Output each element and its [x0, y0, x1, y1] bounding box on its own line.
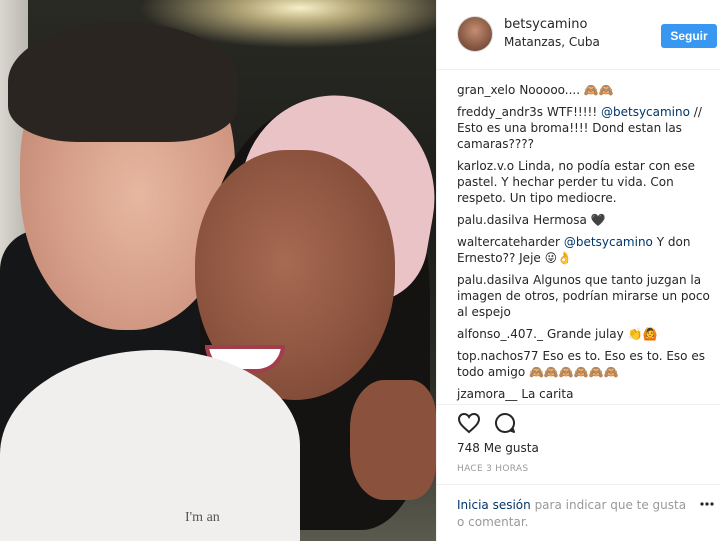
login-link[interactable]: Inicia sesión: [457, 498, 531, 512]
post-sidebar: betsycamino Matanzas, Cuba Seguir gran_x…: [436, 0, 720, 541]
comment-text: Nooooo....: [519, 83, 581, 97]
comment: palu.dasilva Algunos que tanto juzgan la …: [457, 272, 719, 320]
comment-emoji: 🙈🙈🙈🙈🙈🙈: [528, 365, 619, 379]
post-header: betsycamino Matanzas, Cuba Seguir: [437, 0, 720, 70]
comment-bubble-icon[interactable]: [493, 411, 517, 435]
comment-user[interactable]: jzamora__: [457, 387, 517, 401]
comment-user[interactable]: palu.dasilva: [457, 273, 529, 287]
heart-icon[interactable]: [457, 412, 481, 434]
comment-text: La carita: [521, 387, 574, 401]
comment: karloz.v.o Linda, no podía estar con ese …: [457, 158, 719, 206]
ellipsis-icon[interactable]: [699, 501, 715, 507]
post-footer: Inicia sesión para indicar que te gusta …: [437, 484, 720, 541]
shirt-text: I'm an: [185, 510, 220, 525]
avatar[interactable]: [457, 16, 493, 52]
comments-list: gran_xelo Nooooo.... 🙈🙈 freddy_andr3s WTF!…: [457, 82, 719, 408]
comment: jzamora__ La carita: [457, 386, 719, 402]
follow-button[interactable]: Seguir: [661, 24, 717, 48]
comment-text: WTF!!!!!: [547, 105, 601, 119]
comment-emoji: 🙈🙈: [583, 83, 614, 97]
username-link[interactable]: betsycamino: [504, 17, 587, 32]
comment-user[interactable]: alfonso_.407._: [457, 327, 543, 341]
comment: alfonso_.407._ Grande julay 👏🙆: [457, 326, 719, 342]
comment-mention[interactable]: @betsycamino: [601, 105, 690, 119]
comment: palu.dasilva Hermosa 🖤: [457, 212, 719, 228]
comment-mention[interactable]: @betsycamino: [564, 235, 653, 249]
comment-emoji: 👏🙆: [627, 327, 658, 341]
login-prompt: Inicia sesión para indicar que te gusta …: [457, 497, 697, 531]
photo-hand: [350, 380, 436, 500]
comment: top.nachos77 Eso es to. Eso es to. Eso es…: [457, 348, 719, 380]
comment: freddy_andr3s WTF!!!!! @betsycamino // Es…: [457, 104, 719, 152]
action-bar: [437, 404, 720, 440]
photo-man-hair: [8, 22, 238, 142]
likes-count[interactable]: 748 Me gusta: [457, 441, 539, 455]
comment-user[interactable]: freddy_andr3s: [457, 105, 543, 119]
comment-user[interactable]: top.nachos77: [457, 349, 539, 363]
post-photo: I'm an: [0, 0, 436, 541]
comment-emoji: 🖤: [590, 213, 606, 227]
comment-user[interactable]: waltercateharder: [457, 235, 560, 249]
comment: gran_xelo Nooooo.... 🙈🙈: [457, 82, 719, 98]
comment-emoji: 😜👌: [544, 251, 573, 265]
location-link[interactable]: Matanzas, Cuba: [504, 35, 600, 49]
comment: waltercateharder @betsycamino Y don Ernes…: [457, 234, 719, 266]
comment-user[interactable]: palu.dasilva: [457, 213, 529, 227]
post-timestamp: HACE 3 HORAS: [457, 464, 529, 474]
comment-text: Hermosa: [533, 213, 587, 227]
comment-user[interactable]: gran_xelo: [457, 83, 515, 97]
comment-text: Grande julay: [547, 327, 624, 341]
comment-user[interactable]: karloz.v.o: [457, 159, 514, 173]
